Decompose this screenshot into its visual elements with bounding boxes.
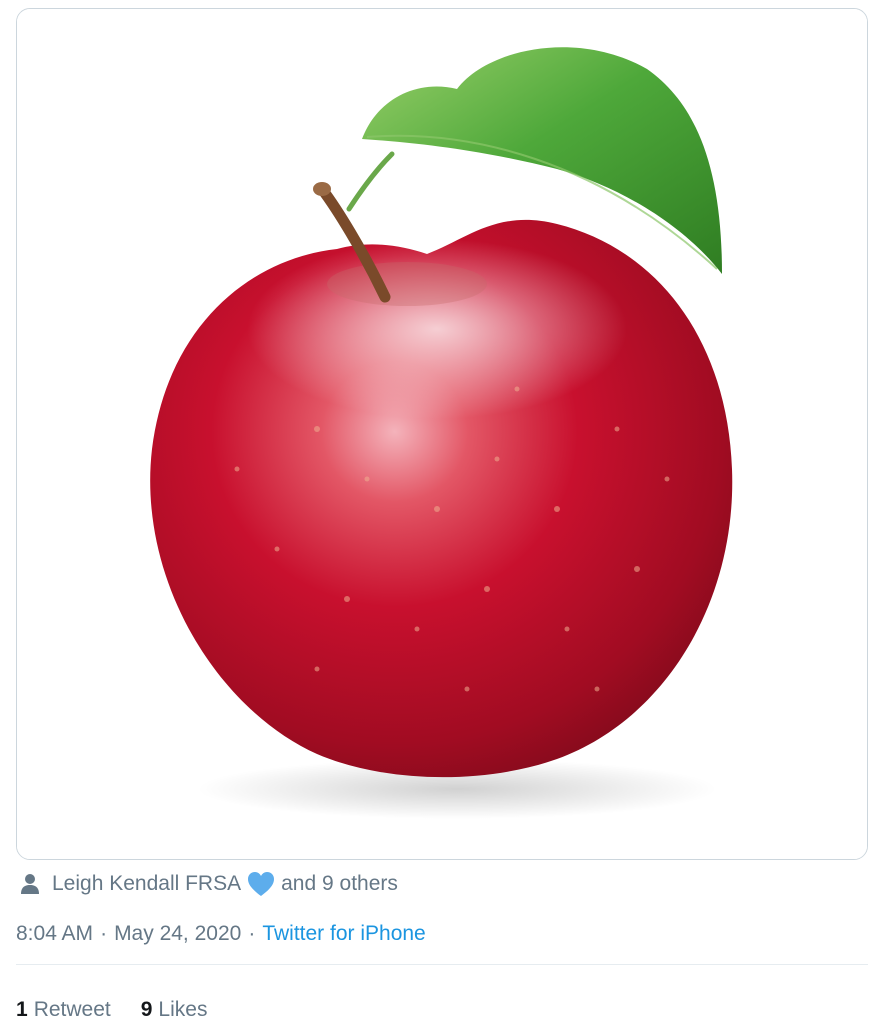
retweets-stat[interactable]: 1 Retweet	[16, 998, 111, 1022]
divider	[16, 964, 868, 965]
tweet-stats: 1 Retweet 9 Likes	[16, 994, 237, 1025]
tweet-media-photo[interactable]	[16, 8, 868, 860]
tweet-time[interactable]: 8:04 AM	[16, 922, 93, 946]
meta-separator: ·	[248, 922, 256, 945]
apple-image	[17, 9, 867, 859]
likes-stat[interactable]: 9 Likes	[141, 998, 208, 1022]
blue-heart-icon	[248, 872, 275, 896]
retweets-count: 1	[16, 998, 28, 1021]
tweet-metadata: 8:04 AM · May 24, 2020 · Twitter for iPh…	[16, 918, 426, 950]
likes-count: 9	[140, 998, 153, 1021]
meta-separator: ·	[100, 922, 108, 945]
tagged-users: Leigh Kendall FRSA and 9 others	[20, 868, 398, 900]
likes-label: Likes	[158, 998, 208, 1021]
retweets-label: Retweet	[33, 998, 111, 1021]
tweet-source-link[interactable]: Twitter for iPhone	[262, 922, 425, 946]
person-icon	[21, 874, 39, 894]
tagged-user-name[interactable]: Leigh Kendall FRSA	[52, 872, 241, 896]
tweet-detail: Leigh Kendall FRSA and 9 others 8:04 AM …	[0, 0, 884, 1025]
tagged-others-link[interactable]: and 9 others	[281, 872, 398, 896]
tweet-date[interactable]: May 24, 2020	[114, 922, 241, 946]
